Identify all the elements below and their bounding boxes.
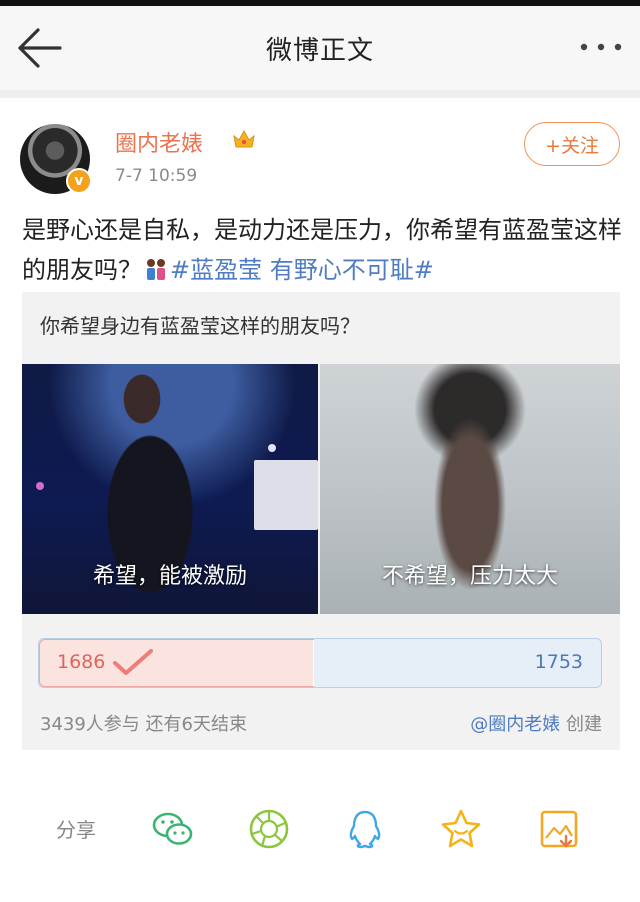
post-text: 是野心还是自私，是动力还是压力，你希望有蓝盈莹这样的朋友吗？ #蓝盈莹 有野心不…: [22, 210, 626, 290]
page-title: 微博正文: [265, 35, 374, 66]
vote-stats: 3439人参与 还有6天结束: [40, 714, 247, 735]
vote-count-no: 1753: [534, 651, 583, 673]
vote-option-yes[interactable]: 希望，能被激励: [22, 364, 318, 614]
wechat-icon[interactable]: [150, 806, 196, 852]
top-nav-bar: 微博正文: [0, 6, 640, 90]
vote-option-no-label: 不希望，压力太大: [381, 564, 558, 589]
follow-button[interactable]: +关注: [524, 122, 620, 166]
share-bar: 分享: [0, 798, 640, 858]
topic-link[interactable]: #蓝盈莹 有野心不可耻#: [170, 256, 434, 284]
vote-result-bar: 1686 1753: [38, 638, 602, 688]
verified-badge: v: [66, 168, 92, 194]
crown-icon: [233, 129, 255, 148]
creator-suffix: 创建: [560, 714, 602, 735]
vote-question: 你希望身边有蓝盈莹这样的朋友吗？: [40, 314, 360, 338]
vote-option-no[interactable]: 不希望，压力太大: [320, 364, 620, 614]
vote-creator: @圈内老婊 创建: [470, 710, 602, 736]
post-time: 7-7 10:59: [115, 166, 198, 186]
vote-option-yes-label: 希望，能被激励: [92, 564, 247, 589]
star-icon[interactable]: [438, 806, 484, 852]
stage-light: [268, 444, 276, 452]
more-dots-icon[interactable]: [578, 32, 624, 62]
creator-link[interactable]: @圈内老婊: [470, 714, 560, 735]
vote-card: 你希望身边有蓝盈莹这样的朋友吗？ 希望，能被激励 不希望，压力太大 1686 1…: [22, 292, 620, 750]
username[interactable]: 圈内老婊: [115, 126, 203, 158]
couple-emoji-icon: [147, 259, 165, 280]
back-arrow-icon[interactable]: [14, 24, 66, 72]
qq-icon[interactable]: [342, 806, 388, 852]
save-image-icon[interactable]: [536, 806, 582, 852]
share-label: 分享: [56, 818, 96, 842]
vote-count-yes: 1686: [57, 651, 106, 673]
stage-light: [36, 482, 44, 490]
moments-icon[interactable]: [246, 806, 292, 852]
piano-image-detail: [254, 460, 318, 530]
checkmark-icon: [113, 649, 153, 675]
post-card: v 圈内老婊 7-7 10:59 +关注 是野心还是自私，是动力还是压力，你希望…: [0, 98, 640, 902]
